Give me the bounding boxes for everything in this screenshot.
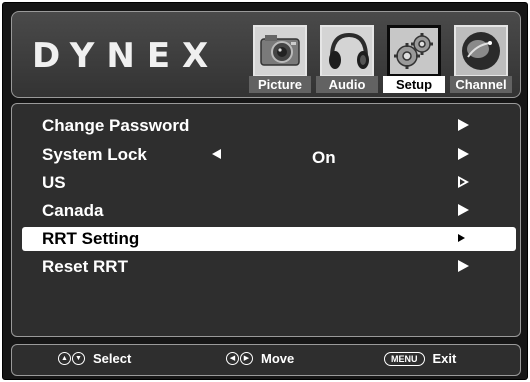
arrow-left-icon[interactable] [212, 149, 221, 159]
footer-exit-hint: MENU Exit [384, 351, 456, 366]
arrow-right-icon [458, 204, 469, 216]
gear-icon [387, 25, 441, 77]
left-right-buttons-icon: ◀ ▶ [226, 352, 253, 365]
menu-item-canada[interactable]: Canada [22, 199, 516, 223]
system-lock-value: On [312, 148, 336, 167]
menu-item-label: RRT Setting [42, 229, 140, 248]
arrow-right-icon[interactable] [458, 148, 469, 160]
menu-item-label: System Lock [42, 145, 147, 164]
menu-item-change-password[interactable]: Change Password [22, 114, 516, 138]
menu-item-rrt-setting[interactable]: RRT Setting [22, 227, 516, 251]
menu-item-system-lock[interactable]: System Lock On [22, 143, 516, 167]
footer-exit-label: Exit [432, 351, 457, 366]
satellite-dish-icon [454, 25, 508, 77]
menu-item-label: Canada [42, 201, 104, 220]
camera-icon [253, 25, 307, 77]
tab-channel[interactable]: Channel [450, 23, 512, 93]
arrow-right-outline-icon [458, 176, 469, 188]
up-down-buttons-icon: ▲ ▼ [58, 352, 85, 365]
arrow-right-icon [458, 260, 469, 272]
arrow-right-icon [458, 234, 465, 242]
arrow-right-icon [458, 119, 469, 131]
tab-label: Audio [316, 76, 378, 93]
dynex-logo: DYNEX [32, 36, 221, 76]
menu-item-label: Reset RRT [42, 257, 128, 276]
tab-setup[interactable]: Setup [383, 23, 445, 93]
footer-move-label: Move [261, 351, 295, 366]
tab-picture[interactable]: Picture [249, 23, 311, 93]
menu-item-label: US [42, 173, 66, 192]
menu-tabs: Picture Audio Setup Channel [249, 23, 512, 93]
footer-select-label: Select [93, 351, 132, 366]
footer-move-hint: ◀ ▶ Move [226, 351, 294, 366]
footer-select-hint: ▲ ▼ Select [58, 351, 131, 366]
menu-item-us[interactable]: US [22, 171, 516, 195]
tab-label: Channel [450, 76, 512, 93]
tab-label: Picture [249, 76, 311, 93]
menu-item-reset-rrt[interactable]: Reset RRT [22, 255, 516, 279]
menu-item-label: Change Password [42, 116, 190, 135]
osd-header: DYNEX Picture Audio Setup Channel [11, 11, 521, 98]
osd-footer: ▲ ▼ Select ◀ ▶ Move MENU Exit [11, 344, 521, 376]
setup-menu-panel: Change Password System Lock On US Canada… [11, 103, 521, 337]
tab-audio[interactable]: Audio [316, 23, 378, 93]
headphones-icon [320, 25, 374, 77]
tab-label: Setup [383, 76, 445, 93]
menu-key-icon: MENU [384, 351, 425, 366]
tv-osd-frame: DYNEX Picture Audio Setup Channel Change… [2, 2, 528, 380]
